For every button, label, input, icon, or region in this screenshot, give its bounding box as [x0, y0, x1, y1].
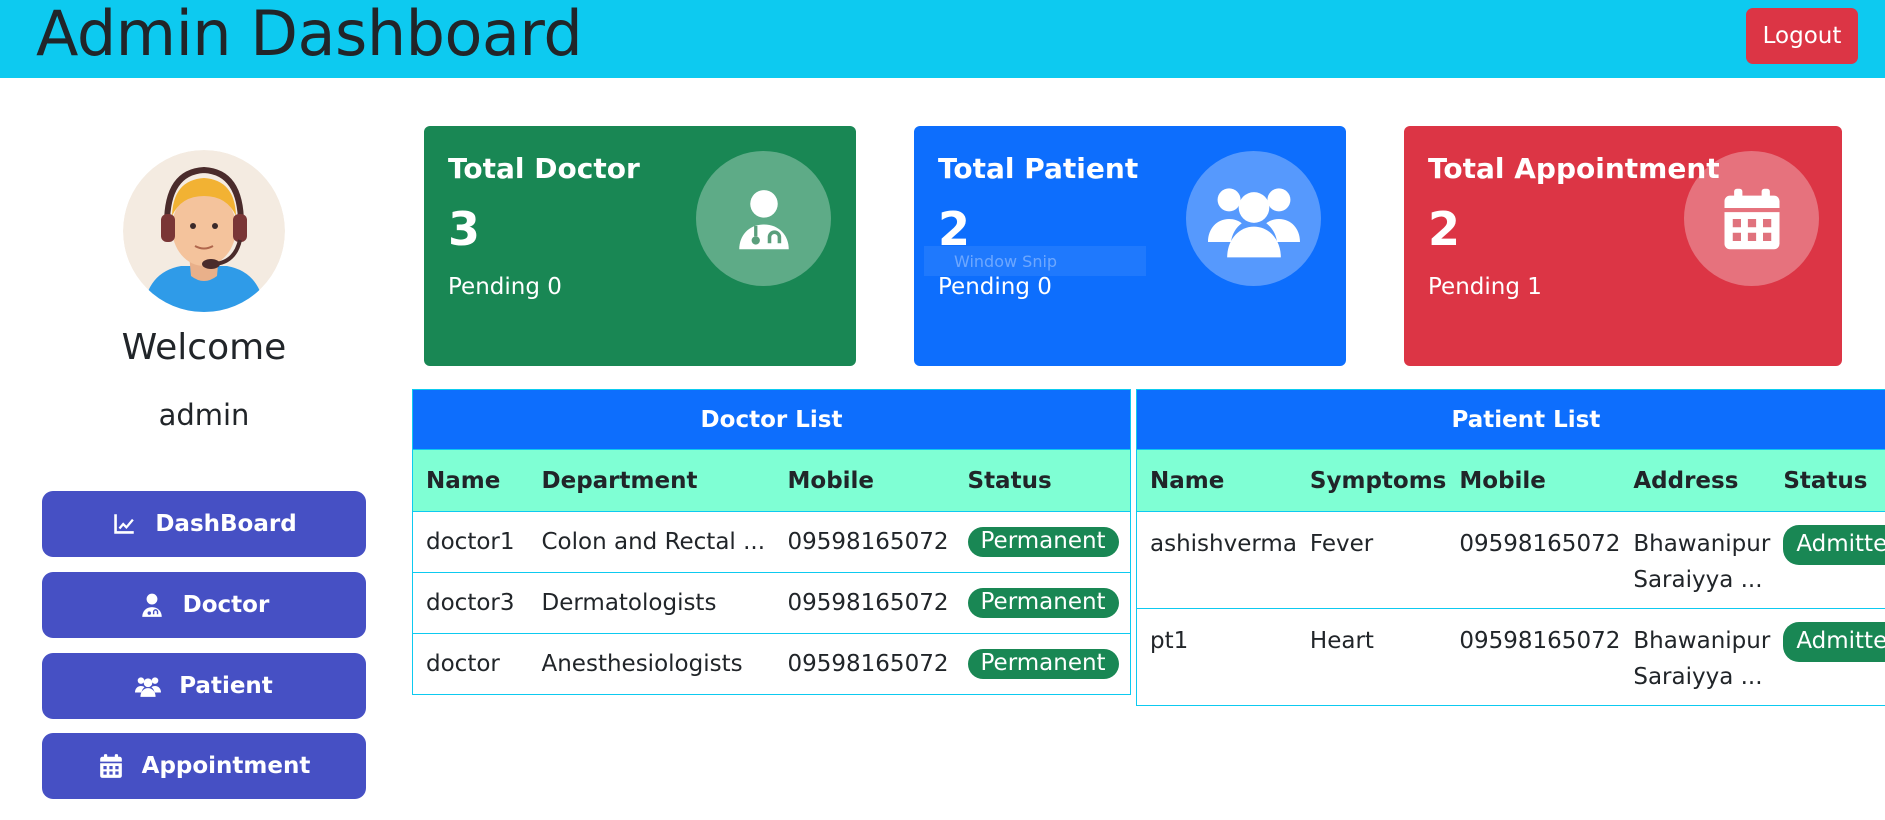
column-header-status: Status [954, 449, 1131, 512]
users-icon [1207, 187, 1300, 257]
welcome-text: Welcome [121, 327, 287, 368]
column-header-name: Name [412, 449, 529, 512]
cell-name: ashishverma [1136, 511, 1297, 609]
patient-list-table: Patient List Name Symptoms Mobile Addres… [1136, 389, 1885, 706]
nav-doctor-label: Doctor [182, 592, 270, 618]
top-header: Admin Dashboard Logout [0, 0, 1885, 78]
card-icon-circle [696, 151, 831, 286]
card-count: 2 [1428, 202, 1461, 256]
users-icon [135, 677, 162, 697]
column-header-mobile: Mobile [1446, 449, 1621, 512]
cell-symptoms: Heart [1296, 608, 1447, 706]
username: admin [158, 398, 250, 432]
nav-patient-label: Patient [179, 673, 273, 699]
column-header-department: Department [528, 449, 775, 512]
doctor-list-table: Doctor List Name Department Mobile Statu… [412, 389, 1131, 695]
nav-doctor-button[interactable]: Doctor [42, 572, 366, 638]
card-icon-circle [1186, 151, 1321, 286]
card-pending: Pending 0 [938, 274, 1052, 300]
card-pending: Pending 0 [448, 274, 562, 300]
cell-name: doctor [412, 633, 529, 695]
cell-mobile: 09598165072 [1446, 608, 1621, 706]
cell-address: Bhawanipur Saraiyya ... [1620, 511, 1771, 609]
cell-department: Dermatologists [528, 572, 775, 634]
cell-status: Permanent [954, 633, 1131, 695]
logout-button[interactable]: Logout [1746, 8, 1858, 64]
status-badge: Admitted [1783, 622, 1885, 662]
cell-department: Colon and Rectal ... [528, 511, 775, 573]
avatar-image [123, 150, 285, 312]
patient-list-title: Patient List [1136, 389, 1885, 450]
cell-status: Admitted [1770, 608, 1885, 706]
card-total-doctor: Total Doctor 3 Pending 0 [424, 126, 856, 366]
user-doctor-icon [141, 593, 162, 617]
nav-dashboard-button[interactable]: DashBoard [42, 491, 366, 557]
table-row: doctor3 Dermatologists 09598165072 Perma… [412, 572, 1131, 634]
nav-dashboard-label: DashBoard [155, 511, 297, 537]
card-count: 3 [448, 202, 481, 256]
cell-mobile: 09598165072 [774, 572, 955, 634]
status-badge: Permanent [967, 649, 1119, 679]
column-header-status: Status [1770, 449, 1885, 512]
table-row: doctor1 Colon and Rectal ... 09598165072… [412, 511, 1131, 573]
status-badge: Admitted [1783, 525, 1885, 565]
window-snip-overlay: Window Snip [924, 246, 1146, 276]
card-title: Total Patient [938, 152, 1139, 185]
nav-appointment-label: Appointment [141, 753, 311, 779]
cell-status: Admitted [1770, 511, 1885, 609]
card-title: Total Appointment [1428, 152, 1720, 185]
chart-line-icon [114, 514, 135, 534]
status-badge: Permanent [967, 588, 1119, 618]
cell-address: Bhawanipur Saraiyya ... [1620, 608, 1771, 706]
cell-mobile: 09598165072 [774, 633, 955, 695]
status-badge: Permanent [967, 527, 1119, 557]
card-icon-circle [1684, 151, 1819, 286]
table-row: doctor Anesthesiologists 09598165072 Per… [412, 633, 1131, 695]
cell-mobile: 09598165072 [1446, 511, 1621, 609]
cell-name: doctor1 [412, 511, 529, 573]
nav-appointment-button[interactable]: Appointment [42, 733, 366, 799]
user-doctor-icon [738, 189, 789, 249]
table-row: pt1 Heart 09598165072 Bhawanipur Saraiyy… [1136, 608, 1885, 706]
column-header-name: Name [1136, 449, 1297, 512]
calendar-icon [99, 754, 122, 778]
cell-symptoms: Fever [1296, 511, 1447, 609]
column-header-symptoms: Symptoms [1296, 449, 1447, 512]
table-row: ashishverma Fever 09598165072 Bhawanipur… [1136, 511, 1885, 609]
page-title: Admin Dashboard [36, 0, 583, 70]
cell-department: Anesthesiologists [528, 633, 775, 695]
cell-mobile: 09598165072 [774, 511, 955, 573]
doctor-list-title: Doctor List [412, 389, 1131, 450]
avatar [123, 150, 285, 312]
cell-status: Permanent [954, 511, 1131, 573]
cell-name: pt1 [1136, 608, 1297, 706]
card-pending: Pending 1 [1428, 274, 1542, 300]
nav-patient-button[interactable]: Patient [42, 653, 366, 719]
card-total-appointment: Total Appointment 2 Pending 1 [1404, 126, 1842, 366]
column-header-address: Address [1620, 449, 1771, 512]
cell-status: Permanent [954, 572, 1131, 634]
card-title: Total Doctor [448, 152, 640, 185]
calendar-icon [1724, 188, 1779, 249]
column-header-mobile: Mobile [774, 449, 955, 512]
cell-name: doctor3 [412, 572, 529, 634]
